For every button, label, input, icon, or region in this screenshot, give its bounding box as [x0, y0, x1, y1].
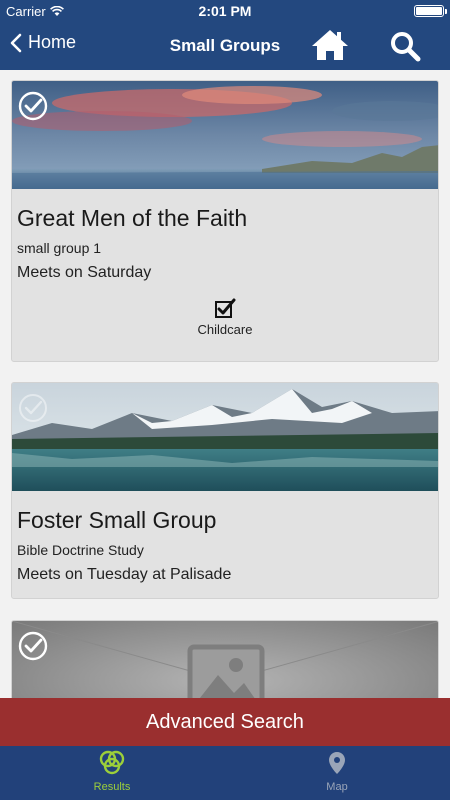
search-icon [391, 32, 421, 62]
tab-map[interactable]: Map [277, 750, 397, 793]
home-icon [312, 30, 348, 60]
group-meeting-time: Meets on Saturday [17, 264, 152, 281]
clock: 2:01 PM [198, 3, 252, 19]
placeholder-image [12, 621, 438, 698]
group-card[interactable]: Foster Small Group Bible Doctrine Study … [11, 382, 439, 599]
group-name: Foster Small Group [17, 507, 217, 533]
tab-map-label: Map [326, 781, 348, 793]
sunset-seascape-photo [12, 81, 438, 189]
unselected-check-icon[interactable] [18, 393, 48, 428]
checkbox-checked-icon [215, 298, 236, 318]
amenity-label: Childcare [197, 322, 253, 337]
home-button[interactable] [310, 28, 350, 67]
status-bar: Carrier 2:01 PM [0, 0, 450, 22]
group-name: Great Men of the Faith [17, 205, 248, 231]
results-rings-icon [99, 750, 125, 775]
group-card[interactable] [11, 620, 439, 698]
back-button-label: Home [28, 32, 77, 52]
group-description: Bible Doctrine Study [17, 542, 144, 558]
selected-check-icon[interactable] [18, 91, 48, 126]
group-meeting-time: Meets on Tuesday at Palisade [17, 566, 232, 583]
tab-results-label: Results [93, 781, 131, 793]
tab-results[interactable]: Results [52, 750, 172, 793]
results-list[interactable]: Great Men of the Faith small group 1 Mee… [0, 70, 450, 698]
back-button[interactable]: Home [10, 32, 76, 53]
page-title: Small Groups [169, 36, 281, 55]
group-card[interactable]: Great Men of the Faith small group 1 Mee… [11, 80, 439, 362]
search-button[interactable] [389, 30, 421, 67]
mountain-lake-photo [12, 383, 438, 491]
tab-bar: Results Map [0, 746, 450, 800]
group-description: small group 1 [17, 240, 102, 256]
battery-icon [414, 5, 447, 17]
map-pin-icon [329, 752, 345, 774]
advanced-search-button[interactable]: Advanced Search [0, 698, 450, 746]
selected-check-icon[interactable] [18, 631, 48, 666]
chevron-left-icon [10, 33, 22, 52]
nav-bar: Home Small Groups [0, 22, 450, 70]
childcare-amenity: Childcare [12, 297, 438, 337]
